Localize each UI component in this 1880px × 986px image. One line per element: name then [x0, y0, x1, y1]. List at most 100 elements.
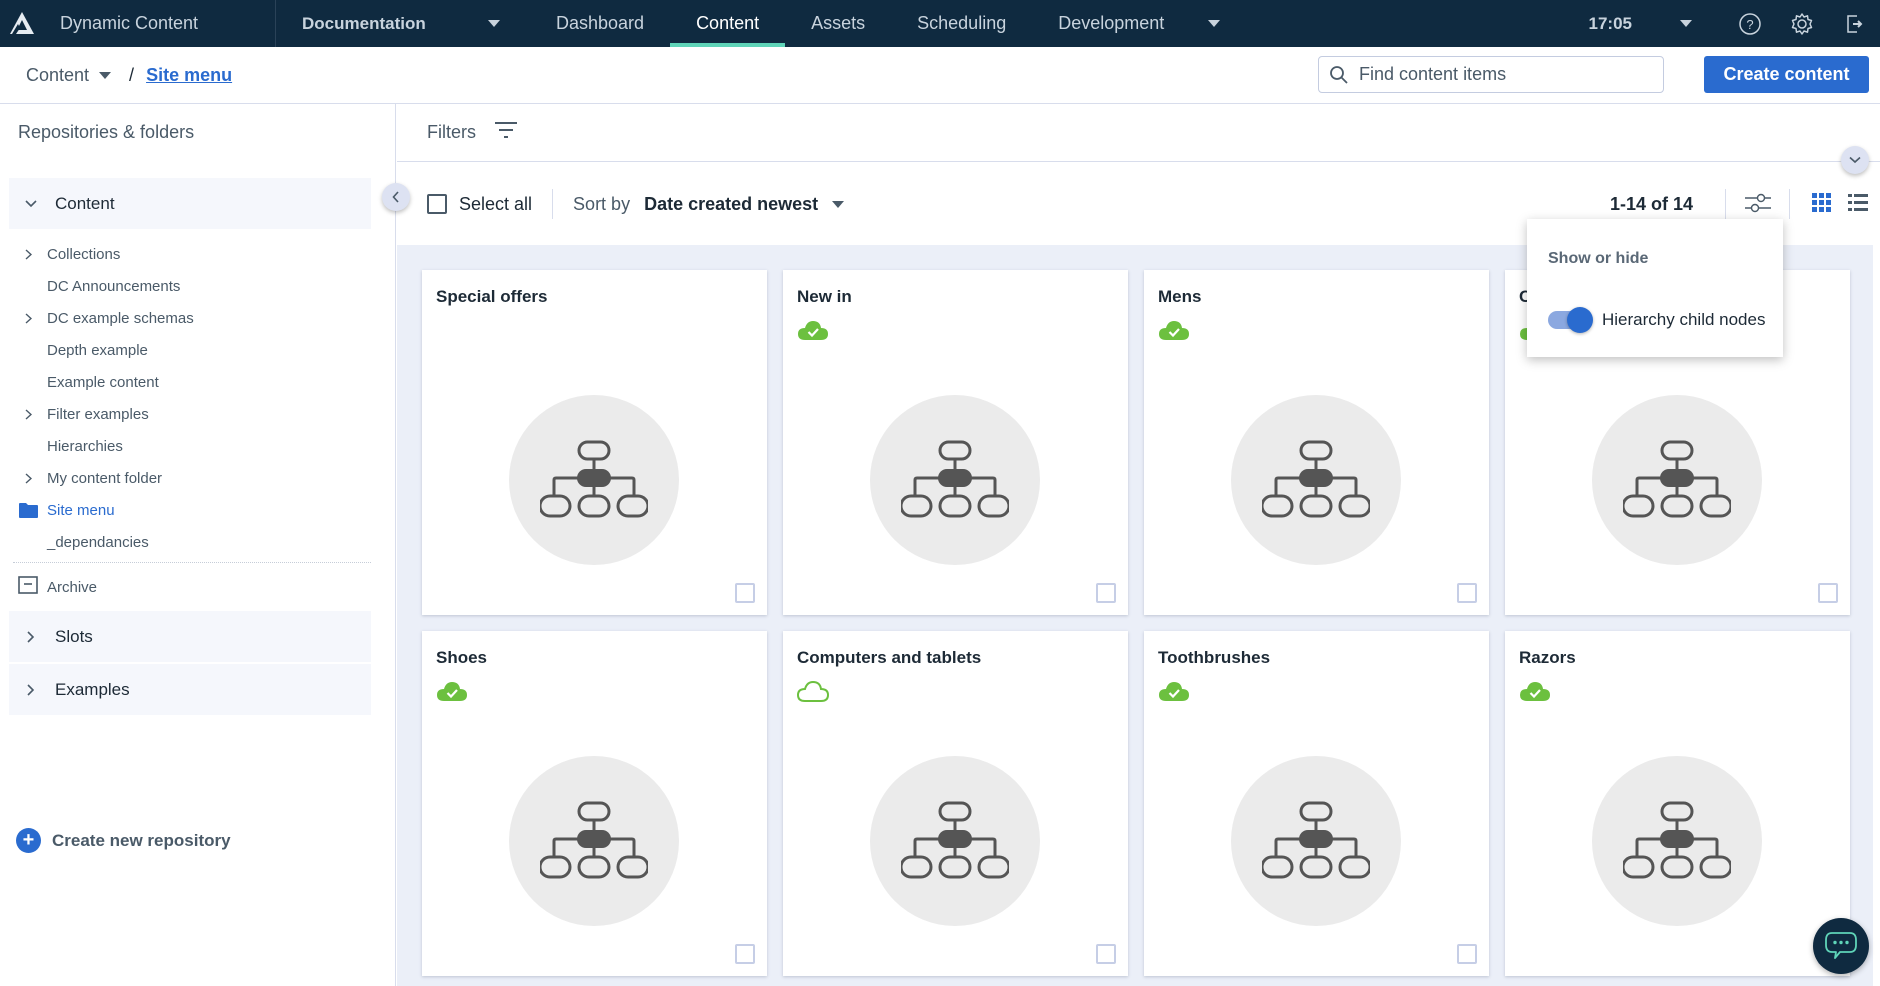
breadcrumb-current[interactable]: Site menu — [146, 65, 232, 86]
chat-bubble-icon — [1825, 932, 1857, 959]
content-card[interactable]: Mens — [1144, 270, 1489, 615]
card-thumbnail — [870, 395, 1040, 565]
repo-examples[interactable]: Examples — [9, 664, 371, 715]
card-checkbox[interactable] — [1096, 944, 1116, 964]
tab-content[interactable]: Content — [670, 0, 786, 47]
hierarchy-icon — [1262, 440, 1370, 518]
content-card[interactable]: Toothbrushes — [1144, 631, 1489, 976]
create-content-button[interactable]: Create content — [1704, 56, 1869, 93]
search-input[interactable] — [1359, 64, 1649, 85]
user-menu-caret-icon[interactable] — [1680, 20, 1692, 27]
card-thumbnail — [870, 756, 1040, 926]
hub-selector[interactable]: Documentation — [276, 0, 530, 47]
repo-slots[interactable]: Slots — [9, 611, 371, 662]
chevron-down-icon — [17, 199, 45, 208]
card-checkbox[interactable] — [1457, 583, 1477, 603]
help-icon[interactable]: ? — [1738, 12, 1762, 36]
card-thumbnail — [1231, 395, 1401, 565]
repo-content[interactable]: Content — [9, 178, 371, 229]
tab-label: Development — [1058, 13, 1165, 33]
collapse-sidebar-button[interactable] — [382, 183, 410, 211]
folder-icon — [18, 502, 38, 518]
content-card[interactable]: Shoes — [422, 631, 767, 976]
show-hide-popover: Show or hide Hierarchy child nodes — [1527, 219, 1783, 357]
folder-site-menu[interactable]: Site menu — [18, 496, 115, 524]
unpublished-cloud-icon — [796, 679, 830, 708]
create-repository-button[interactable]: + Create new repository — [16, 828, 231, 853]
folder-dependancies[interactable]: _dependancies — [18, 528, 149, 556]
tab-scheduling[interactable]: Scheduling — [891, 0, 1032, 47]
chevron-right-icon — [17, 630, 45, 643]
folder-dc-example-schemas[interactable]: DC example schemas — [18, 304, 194, 332]
chevron-right-icon[interactable] — [18, 248, 38, 260]
card-checkbox[interactable] — [735, 944, 755, 964]
folder-filter-examples[interactable]: Filter examples — [18, 400, 149, 428]
card-title: Shoes — [436, 648, 488, 667]
content-card[interactable]: Razors — [1505, 631, 1850, 976]
sidebar-title: Repositories & folders — [18, 122, 195, 142]
select-all-label: Select all — [459, 193, 533, 214]
archive-label: Archive — [47, 578, 98, 596]
chevron-right-icon[interactable] — [18, 472, 38, 484]
card-checkbox[interactable] — [1457, 944, 1477, 964]
list-view-icon[interactable] — [1848, 193, 1868, 218]
card-checkbox[interactable] — [1096, 583, 1116, 603]
grid-view-icon[interactable] — [1812, 193, 1832, 218]
folder-label: _dependancies — [47, 533, 149, 551]
folder-hierarchies[interactable]: Hierarchies — [18, 432, 123, 460]
settings-gear-icon[interactable] — [1790, 12, 1814, 36]
breadcrumb-bar: Content / Site menu Create content — [0, 47, 1880, 104]
caret-down-icon[interactable] — [832, 200, 845, 208]
tab-dashboard[interactable]: Dashboard — [530, 0, 670, 47]
card-checkbox[interactable] — [1818, 583, 1838, 603]
folder-example-content[interactable]: Example content — [18, 368, 159, 396]
filter-icon[interactable] — [494, 121, 518, 144]
content-card[interactable]: Special offers — [422, 270, 767, 615]
select-all[interactable]: Select all — [427, 194, 532, 215]
folder-dc-announcements[interactable]: DC Announcements — [18, 272, 180, 300]
card-thumbnail — [509, 395, 679, 565]
result-count: 1-14 of 14 — [1610, 193, 1694, 214]
filters-bar[interactable]: Filters — [397, 104, 1880, 162]
hierarchy-icon — [1262, 801, 1370, 879]
chevron-right-icon[interactable] — [18, 312, 38, 324]
breadcrumb-separator: / — [129, 64, 135, 85]
folder-label: DC example schemas — [47, 309, 194, 327]
chevron-right-icon[interactable] — [18, 408, 38, 420]
published-cloud-icon — [436, 679, 468, 708]
sort-dropdown[interactable]: Date created newest — [644, 194, 818, 215]
folder-depth-example[interactable]: Depth example — [18, 336, 148, 364]
archive-link[interactable]: Archive — [18, 571, 97, 603]
folder-my-content-folder[interactable]: My content folder — [18, 464, 162, 492]
expand-filters-button[interactable] — [1841, 146, 1869, 174]
divider — [13, 562, 371, 563]
card-title: Special offers — [436, 287, 548, 306]
content-card[interactable]: Computers and tablets — [783, 631, 1128, 976]
create-repository-label: Create new repository — [52, 830, 231, 850]
brand: Dynamic Content — [0, 0, 276, 47]
display-settings-sliders-icon[interactable] — [1744, 191, 1772, 220]
select-all-checkbox[interactable] — [427, 194, 447, 214]
card-thumbnail — [509, 756, 679, 926]
content-card[interactable]: New in — [783, 270, 1128, 615]
card-checkbox[interactable] — [735, 583, 755, 603]
repo-label: Examples — [55, 679, 130, 699]
published-cloud-icon — [1158, 318, 1190, 347]
nav-right: 17:05 ? — [1589, 0, 1880, 47]
clock: 17:05 — [1588, 13, 1632, 33]
tab-assets[interactable]: Assets — [785, 0, 891, 47]
hierarchy-child-nodes-toggle[interactable] — [1548, 306, 1593, 334]
logout-icon[interactable] — [1842, 12, 1866, 36]
folder-label: Filter examples — [47, 405, 149, 423]
folder-label: Collections — [47, 245, 121, 263]
chat-button[interactable] — [1813, 918, 1869, 974]
folder-collections[interactable]: Collections — [18, 240, 120, 268]
hierarchy-icon — [540, 440, 648, 518]
breadcrumb-root[interactable]: Content — [26, 65, 112, 86]
sidebar: Repositories & folders Content Collectio… — [0, 104, 396, 986]
svg-text:?: ? — [1746, 17, 1753, 32]
tab-development[interactable]: Development — [1032, 0, 1221, 47]
caret-down-icon — [488, 20, 500, 27]
folder-label: Site menu — [47, 501, 115, 519]
search-box[interactable] — [1318, 56, 1664, 93]
